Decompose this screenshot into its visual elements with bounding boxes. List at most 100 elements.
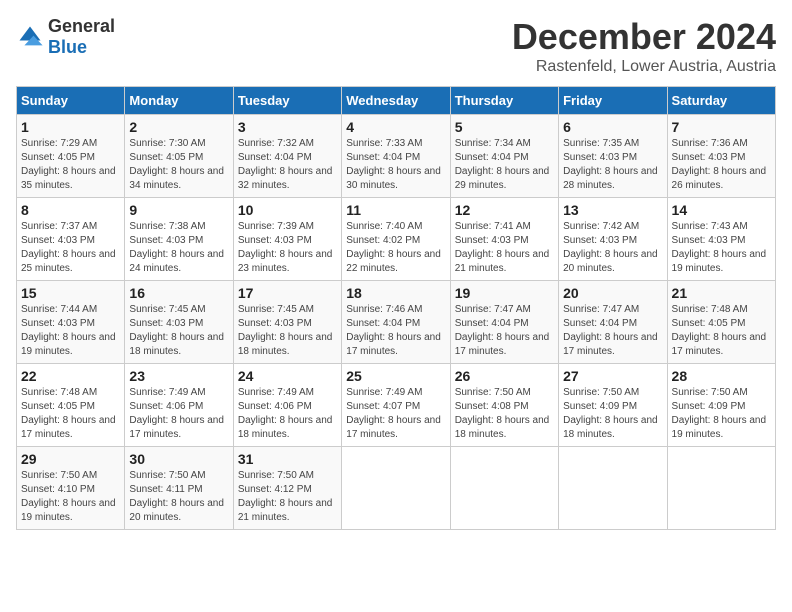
day-number: 29	[21, 451, 120, 467]
location-title: Rastenfeld, Lower Austria, Austria	[512, 58, 776, 76]
weekday-friday: Friday	[559, 87, 667, 115]
day-info: Sunrise: 7:45 AMSunset: 4:03 PMDaylight:…	[238, 304, 333, 357]
calendar-table: SundayMondayTuesdayWednesdayThursdayFrid…	[16, 86, 776, 530]
day-info: Sunrise: 7:44 AMSunset: 4:03 PMDaylight:…	[21, 304, 116, 357]
logo: General Blue	[16, 16, 115, 58]
day-info: Sunrise: 7:50 AMSunset: 4:10 PMDaylight:…	[21, 470, 116, 523]
day-number: 30	[129, 451, 228, 467]
day-number: 11	[346, 202, 445, 218]
day-number: 17	[238, 285, 337, 301]
day-info: Sunrise: 7:33 AMSunset: 4:04 PMDaylight:…	[346, 138, 441, 191]
day-info: Sunrise: 7:35 AMSunset: 4:03 PMDaylight:…	[563, 138, 658, 191]
calendar-cell: 15 Sunrise: 7:44 AMSunset: 4:03 PMDaylig…	[17, 281, 125, 364]
calendar-cell: 17 Sunrise: 7:45 AMSunset: 4:03 PMDaylig…	[233, 281, 341, 364]
calendar-cell: 7 Sunrise: 7:36 AMSunset: 4:03 PMDayligh…	[667, 115, 775, 198]
day-number: 10	[238, 202, 337, 218]
day-number: 24	[238, 368, 337, 384]
day-number: 6	[563, 119, 662, 135]
logo-general: General	[48, 16, 115, 36]
day-info: Sunrise: 7:34 AMSunset: 4:04 PMDaylight:…	[455, 138, 550, 191]
weekday-header-row: SundayMondayTuesdayWednesdayThursdayFrid…	[17, 87, 776, 115]
day-number: 14	[672, 202, 771, 218]
day-info: Sunrise: 7:49 AMSunset: 4:06 PMDaylight:…	[238, 387, 333, 440]
weekday-sunday: Sunday	[17, 87, 125, 115]
day-number: 15	[21, 285, 120, 301]
calendar-cell	[667, 447, 775, 530]
calendar-cell: 20 Sunrise: 7:47 AMSunset: 4:04 PMDaylig…	[559, 281, 667, 364]
day-info: Sunrise: 7:48 AMSunset: 4:05 PMDaylight:…	[21, 387, 116, 440]
day-number: 31	[238, 451, 337, 467]
calendar-cell: 12 Sunrise: 7:41 AMSunset: 4:03 PMDaylig…	[450, 198, 558, 281]
day-number: 28	[672, 368, 771, 384]
calendar-cell: 3 Sunrise: 7:32 AMSunset: 4:04 PMDayligh…	[233, 115, 341, 198]
weekday-tuesday: Tuesday	[233, 87, 341, 115]
day-info: Sunrise: 7:39 AMSunset: 4:03 PMDaylight:…	[238, 221, 333, 274]
calendar-cell: 18 Sunrise: 7:46 AMSunset: 4:04 PMDaylig…	[342, 281, 450, 364]
day-info: Sunrise: 7:49 AMSunset: 4:07 PMDaylight:…	[346, 387, 441, 440]
calendar-cell: 13 Sunrise: 7:42 AMSunset: 4:03 PMDaylig…	[559, 198, 667, 281]
calendar-cell: 21 Sunrise: 7:48 AMSunset: 4:05 PMDaylig…	[667, 281, 775, 364]
day-info: Sunrise: 7:41 AMSunset: 4:03 PMDaylight:…	[455, 221, 550, 274]
day-info: Sunrise: 7:36 AMSunset: 4:03 PMDaylight:…	[672, 138, 767, 191]
calendar-cell: 24 Sunrise: 7:49 AMSunset: 4:06 PMDaylig…	[233, 364, 341, 447]
day-number: 1	[21, 119, 120, 135]
calendar-cell: 31 Sunrise: 7:50 AMSunset: 4:12 PMDaylig…	[233, 447, 341, 530]
day-info: Sunrise: 7:37 AMSunset: 4:03 PMDaylight:…	[21, 221, 116, 274]
calendar-cell: 14 Sunrise: 7:43 AMSunset: 4:03 PMDaylig…	[667, 198, 775, 281]
calendar-cell: 6 Sunrise: 7:35 AMSunset: 4:03 PMDayligh…	[559, 115, 667, 198]
day-info: Sunrise: 7:48 AMSunset: 4:05 PMDaylight:…	[672, 304, 767, 357]
calendar-week-row: 22 Sunrise: 7:48 AMSunset: 4:05 PMDaylig…	[17, 364, 776, 447]
day-number: 2	[129, 119, 228, 135]
day-info: Sunrise: 7:49 AMSunset: 4:06 PMDaylight:…	[129, 387, 224, 440]
day-info: Sunrise: 7:40 AMSunset: 4:02 PMDaylight:…	[346, 221, 441, 274]
calendar-cell	[559, 447, 667, 530]
calendar-cell: 22 Sunrise: 7:48 AMSunset: 4:05 PMDaylig…	[17, 364, 125, 447]
month-title: December 2024	[512, 16, 776, 58]
header: General Blue December 2024 Rastenfeld, L…	[16, 16, 776, 76]
weekday-wednesday: Wednesday	[342, 87, 450, 115]
calendar-cell: 2 Sunrise: 7:30 AMSunset: 4:05 PMDayligh…	[125, 115, 233, 198]
title-area: December 2024 Rastenfeld, Lower Austria,…	[512, 16, 776, 76]
day-info: Sunrise: 7:50 AMSunset: 4:09 PMDaylight:…	[672, 387, 767, 440]
calendar-cell: 16 Sunrise: 7:45 AMSunset: 4:03 PMDaylig…	[125, 281, 233, 364]
day-number: 12	[455, 202, 554, 218]
day-number: 3	[238, 119, 337, 135]
day-info: Sunrise: 7:47 AMSunset: 4:04 PMDaylight:…	[455, 304, 550, 357]
day-number: 23	[129, 368, 228, 384]
calendar-cell: 10 Sunrise: 7:39 AMSunset: 4:03 PMDaylig…	[233, 198, 341, 281]
weekday-thursday: Thursday	[450, 87, 558, 115]
calendar-cell: 29 Sunrise: 7:50 AMSunset: 4:10 PMDaylig…	[17, 447, 125, 530]
day-number: 4	[346, 119, 445, 135]
calendar-week-row: 8 Sunrise: 7:37 AMSunset: 4:03 PMDayligh…	[17, 198, 776, 281]
day-number: 13	[563, 202, 662, 218]
day-info: Sunrise: 7:32 AMSunset: 4:04 PMDaylight:…	[238, 138, 333, 191]
day-number: 16	[129, 285, 228, 301]
logo-blue: Blue	[48, 37, 87, 57]
day-number: 26	[455, 368, 554, 384]
calendar-week-row: 15 Sunrise: 7:44 AMSunset: 4:03 PMDaylig…	[17, 281, 776, 364]
calendar-cell: 28 Sunrise: 7:50 AMSunset: 4:09 PMDaylig…	[667, 364, 775, 447]
logo-icon	[16, 23, 44, 51]
day-number: 25	[346, 368, 445, 384]
calendar-week-row: 1 Sunrise: 7:29 AMSunset: 4:05 PMDayligh…	[17, 115, 776, 198]
day-info: Sunrise: 7:30 AMSunset: 4:05 PMDaylight:…	[129, 138, 224, 191]
day-number: 9	[129, 202, 228, 218]
logo-text: General Blue	[48, 16, 115, 58]
day-info: Sunrise: 7:45 AMSunset: 4:03 PMDaylight:…	[129, 304, 224, 357]
calendar-cell: 30 Sunrise: 7:50 AMSunset: 4:11 PMDaylig…	[125, 447, 233, 530]
day-number: 22	[21, 368, 120, 384]
calendar-cell: 19 Sunrise: 7:47 AMSunset: 4:04 PMDaylig…	[450, 281, 558, 364]
day-info: Sunrise: 7:46 AMSunset: 4:04 PMDaylight:…	[346, 304, 441, 357]
calendar-cell: 9 Sunrise: 7:38 AMSunset: 4:03 PMDayligh…	[125, 198, 233, 281]
weekday-saturday: Saturday	[667, 87, 775, 115]
calendar-cell: 23 Sunrise: 7:49 AMSunset: 4:06 PMDaylig…	[125, 364, 233, 447]
day-number: 8	[21, 202, 120, 218]
day-info: Sunrise: 7:42 AMSunset: 4:03 PMDaylight:…	[563, 221, 658, 274]
calendar-cell: 11 Sunrise: 7:40 AMSunset: 4:02 PMDaylig…	[342, 198, 450, 281]
day-info: Sunrise: 7:47 AMSunset: 4:04 PMDaylight:…	[563, 304, 658, 357]
calendar-cell: 27 Sunrise: 7:50 AMSunset: 4:09 PMDaylig…	[559, 364, 667, 447]
day-info: Sunrise: 7:50 AMSunset: 4:11 PMDaylight:…	[129, 470, 224, 523]
calendar-body: 1 Sunrise: 7:29 AMSunset: 4:05 PMDayligh…	[17, 115, 776, 530]
day-info: Sunrise: 7:29 AMSunset: 4:05 PMDaylight:…	[21, 138, 116, 191]
day-number: 7	[672, 119, 771, 135]
